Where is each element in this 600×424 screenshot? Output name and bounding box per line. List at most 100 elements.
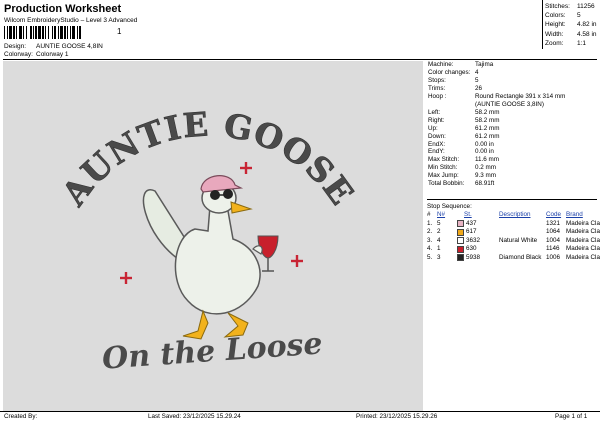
stat-value: 1:1 <box>577 39 587 47</box>
row-needle: 2 <box>437 228 441 235</box>
info-label <box>428 101 475 109</box>
color-swatch <box>457 228 464 236</box>
stop-sequence-table: # N# St. Description Code Brand 1. 5 437 13… <box>427 211 600 262</box>
header-needle[interactable]: N# <box>437 211 457 220</box>
info-row: EndX: 0.00 in <box>428 141 565 149</box>
row-stitches: 3632 <box>466 236 481 244</box>
info-value: 0.00 in <box>475 148 494 156</box>
info-value: Tajima <box>475 61 494 68</box>
info-divider <box>427 199 597 200</box>
header-code[interactable]: Code <box>546 211 566 220</box>
info-row: Down: 61.2 mm <box>428 133 565 141</box>
stat-label: Height: <box>545 21 566 29</box>
machine-info-panel: Machine: Tajima Color changes: 4 Stops: 5 Trim… <box>428 61 565 188</box>
stat-label: Colors: <box>545 12 566 20</box>
row-needle: 5 <box>437 219 441 227</box>
row-code: 1321 <box>546 219 561 227</box>
info-value: 58.2 mm <box>475 116 500 124</box>
row-code: 1006 <box>546 253 561 261</box>
color-swatch <box>457 254 464 262</box>
info-label: Up: <box>428 124 438 132</box>
row-stitches: 5938 <box>466 253 481 261</box>
row-stitches: 437 <box>466 219 477 227</box>
footer-printed: Printed: 23/12/2025 15.29.26 <box>356 413 438 420</box>
design-value: AUNTIE GOOSE 4,8IN <box>36 43 103 50</box>
info-value: (AUNTIE GOOSE 3,8IN) <box>475 100 544 108</box>
info-value: Round Rectangle 391 x 314 mm <box>475 92 566 100</box>
row-number: 4. <box>427 245 433 252</box>
subtitle-script-text: On the Loose <box>101 326 324 376</box>
table-row: 1. 5 437 1321 Madeira Classic 40 <box>427 220 600 229</box>
footer-saved: Last Saved: 23/12/2025 15.29.24 <box>148 413 241 420</box>
info-value: 9.3 mm <box>475 172 496 180</box>
info-label: Stops: <box>428 76 446 84</box>
info-row: Trims: 26 <box>428 85 565 93</box>
row-stitches: 617 <box>466 228 477 235</box>
stats-panel: Stitches: 11256 Colors: 5 Height: 4.82 in W… <box>545 2 597 48</box>
info-row: Hoop : Round Rectangle 391 x 314 mm <box>428 93 565 101</box>
table-row: 4. 1 630 1146 Madeira Classic 40 <box>427 245 600 254</box>
info-value: 61.2 mm <box>475 124 500 132</box>
row-brand: Madeira Classic 40 <box>566 236 600 244</box>
info-row: Up: 61.2 mm <box>428 125 565 133</box>
row-code: 1004 <box>546 236 561 244</box>
info-value: 0.2 mm <box>475 164 496 172</box>
info-label: Max Stitch: <box>428 156 460 164</box>
stat-value: 4.82 in <box>577 21 597 29</box>
barcode-tail: 1 <box>117 27 122 36</box>
info-value: 68.91ft <box>475 180 495 188</box>
color-swatch <box>457 245 464 253</box>
info-row: Right: 58.2 mm <box>428 117 565 125</box>
info-label: Down: <box>428 132 446 140</box>
info-row: Color changes: 4 <box>428 69 565 77</box>
info-label: Trims: <box>428 84 446 92</box>
row-needle: 1 <box>437 245 441 252</box>
stats-divider <box>542 0 543 49</box>
stat-label: Zoom: <box>545 39 564 47</box>
info-value: 61.2 mm <box>475 132 500 140</box>
row-brand: Madeira Classic 40 <box>566 245 600 252</box>
colorway-value: Colorway 1 <box>36 51 69 58</box>
header-description[interactable]: Description <box>499 211 546 220</box>
header-brand[interactable]: Brand <box>566 211 600 220</box>
table-row: 2. 2 617 1064 Madeira Classic 40 <box>427 228 600 237</box>
info-row: Machine: Tajima <box>428 61 565 69</box>
info-label: Left: <box>428 108 441 116</box>
stat-row: Height: 4.82 in <box>545 20 597 29</box>
info-label: Total Bobbin: <box>428 180 465 188</box>
stat-row: Stitches: 11256 <box>545 2 597 11</box>
row-code: 1064 <box>546 228 561 235</box>
info-value: 5 <box>475 76 479 84</box>
row-brand: Madeira Classic 40 <box>566 253 600 261</box>
info-value: 58.2 mm <box>475 108 500 116</box>
row-needle: 4 <box>437 236 441 244</box>
info-value: 11.6 mm <box>475 156 500 164</box>
page-title: Production Worksheet <box>4 3 122 15</box>
footer-divider <box>0 411 600 412</box>
info-label: Right: <box>428 116 445 124</box>
stat-label: Width: <box>545 30 564 38</box>
row-stitch-cell: 630 <box>457 245 499 254</box>
info-row: Left: 58.2 mm <box>428 109 565 117</box>
info-row: Min Stitch: 0.2 mm <box>428 164 565 172</box>
color-swatch <box>457 237 464 245</box>
row-number: 5. <box>427 253 433 261</box>
row-stitch-cell: 3632 <box>457 237 499 246</box>
info-value: 0.00 in <box>475 140 494 148</box>
row-code: 1146 <box>546 245 560 252</box>
footer-page: Page 1 of 1 <box>555 413 588 420</box>
info-row: Max Stitch: 11.6 mm <box>428 156 565 164</box>
info-row: Stops: 5 <box>428 77 565 85</box>
info-label: EndY: <box>428 148 445 156</box>
info-label: Color changes: <box>428 68 471 76</box>
embroidery-artwork: AUNTIE GOOSE On the Loose <box>53 104 361 377</box>
row-needle: 3 <box>437 253 441 261</box>
row-brand: Madeira Classic 40 <box>566 228 600 235</box>
software-name: Wilcom EmbroideryStudio – Level 3 Advanc… <box>4 17 138 24</box>
info-label: EndX: <box>428 140 446 148</box>
header-stitches[interactable]: St. <box>464 211 472 220</box>
info-label: Min Stitch: <box>428 164 458 172</box>
row-number: 3. <box>427 236 433 244</box>
stat-value: 11256 <box>577 3 595 10</box>
info-label: Hoop : <box>428 92 447 100</box>
